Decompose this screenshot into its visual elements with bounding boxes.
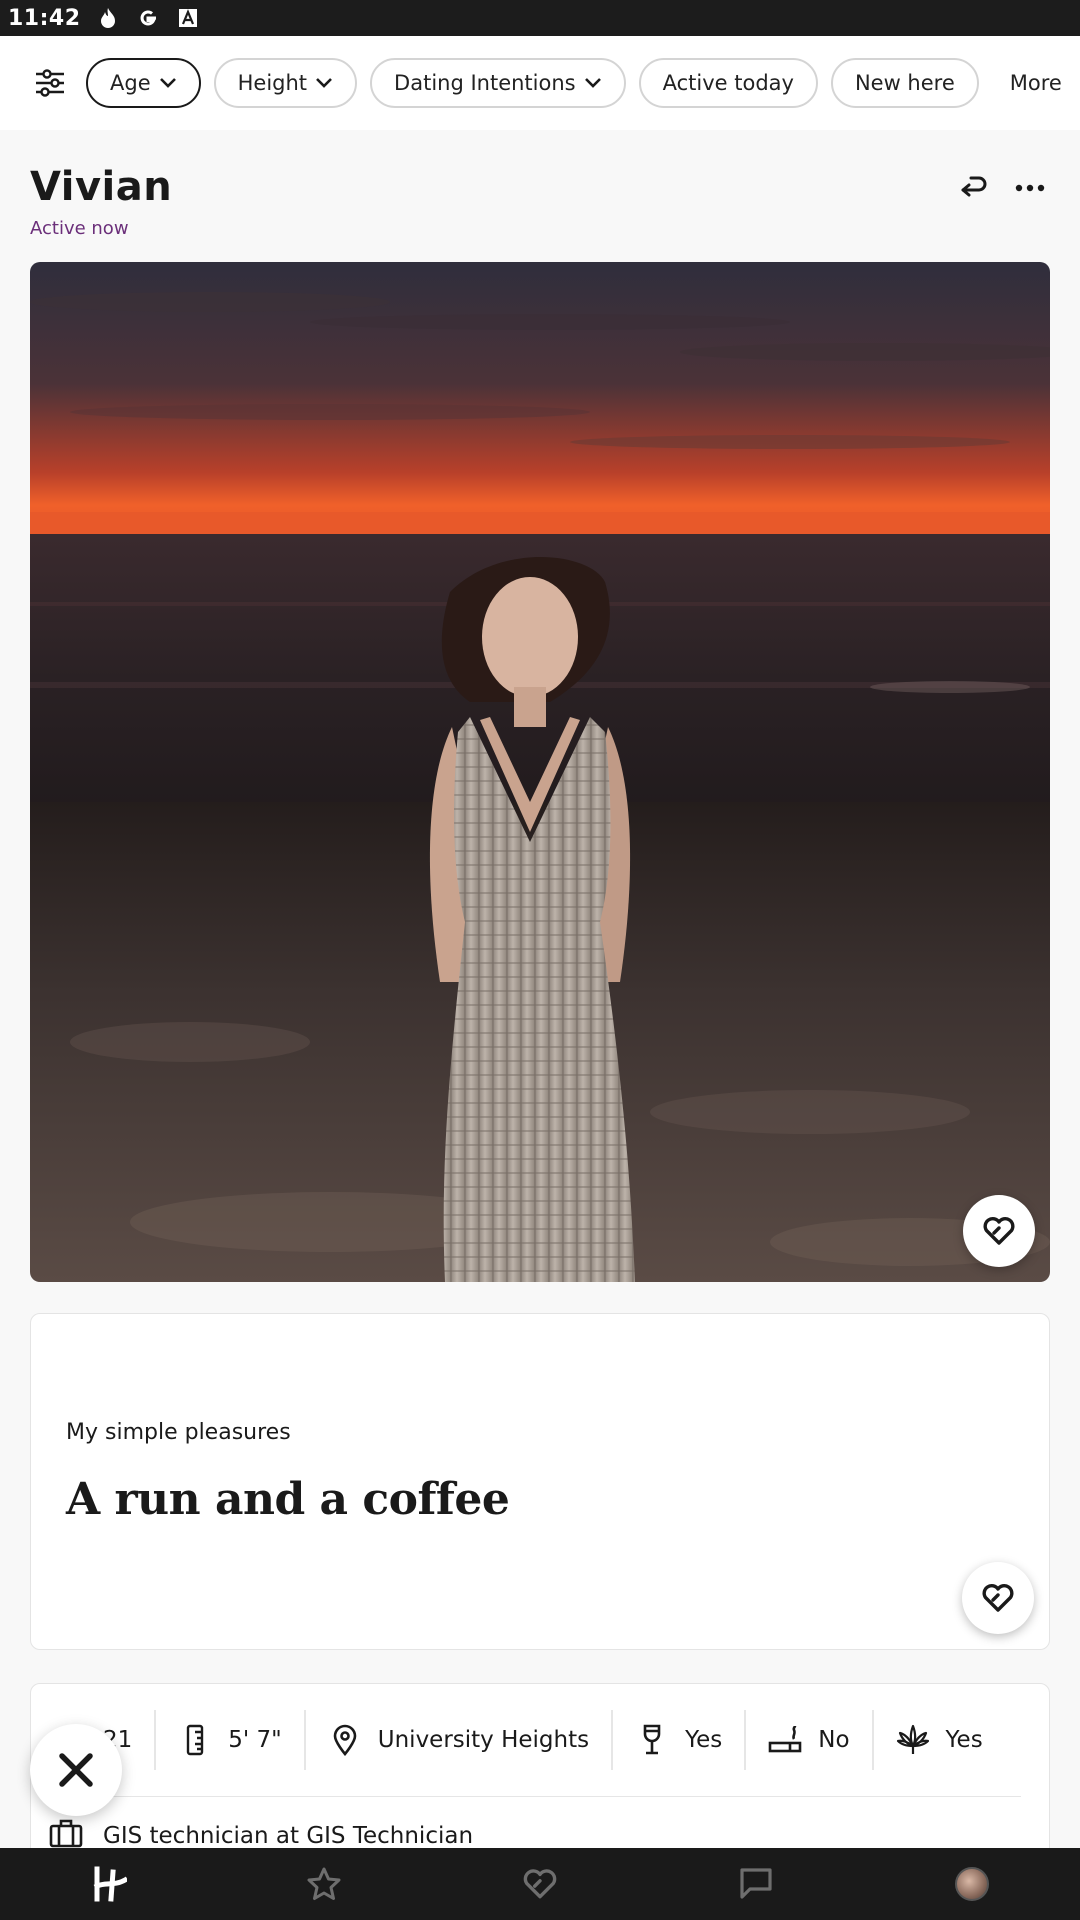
active-status: Active now xyxy=(30,218,129,239)
profile-avatar xyxy=(955,1867,989,1901)
profile-photo[interactable] xyxy=(30,262,1050,1282)
profile-header: Vivian Active now xyxy=(30,130,1050,262)
prompt-card: My simple pleasures A run and a coffee xyxy=(30,1313,1050,1650)
vital-height: 5' 7" xyxy=(156,1710,306,1770)
filter-bar: Age Height Dating Intentions Active toda… xyxy=(0,36,1080,130)
chevron-down-icon xyxy=(316,78,332,88)
wine-glass-icon xyxy=(635,1723,669,1757)
job-text: GIS technician at GIS Technician xyxy=(103,1823,474,1849)
vital-height-value: 5' 7" xyxy=(228,1727,282,1753)
skip-button[interactable] xyxy=(30,1724,122,1816)
filter-chip-label: Dating Intentions xyxy=(394,71,576,95)
filter-chip-label: Active today xyxy=(662,71,794,95)
nav-home[interactable] xyxy=(54,1848,162,1920)
chevron-down-icon xyxy=(584,78,601,88)
status-bar: 11:42 xyxy=(0,0,1080,36)
location-pin-icon xyxy=(328,1723,362,1757)
photo-image xyxy=(30,262,1050,1282)
nav-chat[interactable] xyxy=(702,1848,810,1920)
bottom-nav xyxy=(0,1848,1080,1920)
nav-likes[interactable] xyxy=(486,1848,594,1920)
filter-chip-new-here[interactable]: New here xyxy=(830,58,979,108)
vital-marijuana-value: Yes xyxy=(945,1727,983,1753)
vital-smoking-value: No xyxy=(818,1727,850,1753)
vital-location: University Heights xyxy=(306,1710,614,1770)
cannabis-leaf-icon xyxy=(896,1723,930,1757)
vital-smoking: No xyxy=(746,1710,874,1770)
vital-drinking-value: Yes xyxy=(685,1727,723,1753)
like-photo-button[interactable] xyxy=(963,1195,1035,1267)
profile-name: Vivian xyxy=(30,164,173,210)
filter-chip-dating-intentions[interactable]: Dating Intentions xyxy=(370,58,626,108)
fire-icon xyxy=(95,5,121,31)
undo-icon[interactable] xyxy=(954,168,994,208)
filter-settings-icon[interactable] xyxy=(30,63,70,103)
vital-marijuana: Yes xyxy=(874,1710,1005,1770)
more-options-icon[interactable] xyxy=(1010,168,1050,208)
home-icon xyxy=(93,1866,127,1902)
google-icon xyxy=(135,5,161,31)
filter-chip-age[interactable]: Age xyxy=(86,58,201,108)
heart-icon xyxy=(983,1217,1015,1245)
vital-drinking: Yes xyxy=(613,1710,747,1770)
chat-icon xyxy=(740,1868,772,1899)
font-icon xyxy=(175,5,201,31)
vital-location-value: University Heights xyxy=(377,1727,590,1753)
prompt-question: My simple pleasures xyxy=(66,1420,291,1445)
nav-standouts[interactable] xyxy=(270,1848,378,1920)
likes-icon xyxy=(523,1869,557,1899)
filter-more-button[interactable]: More xyxy=(1010,71,1062,95)
filter-chip-active-today[interactable]: Active today xyxy=(638,58,818,108)
filter-chip-label: New here xyxy=(854,71,955,95)
like-prompt-button[interactable] xyxy=(962,1562,1034,1634)
filter-chip-label: Height xyxy=(237,71,308,95)
filter-chip-height[interactable]: Height xyxy=(213,58,358,108)
vitals-row: 21 5' 7" University Heights Yes No Yes xyxy=(31,1684,1005,1796)
star-icon xyxy=(307,1867,341,1900)
nav-profile[interactable] xyxy=(918,1848,1026,1920)
vitals-divider xyxy=(53,1796,1021,1797)
status-time: 11:42 xyxy=(8,5,81,31)
ruler-icon xyxy=(178,1723,212,1757)
chevron-down-icon xyxy=(159,78,176,88)
filter-chip-label: Age xyxy=(110,71,151,95)
heart-icon xyxy=(982,1584,1014,1612)
close-icon xyxy=(59,1753,93,1787)
prompt-answer: A run and a coffee xyxy=(66,1474,510,1525)
cigarette-icon xyxy=(768,1723,802,1757)
